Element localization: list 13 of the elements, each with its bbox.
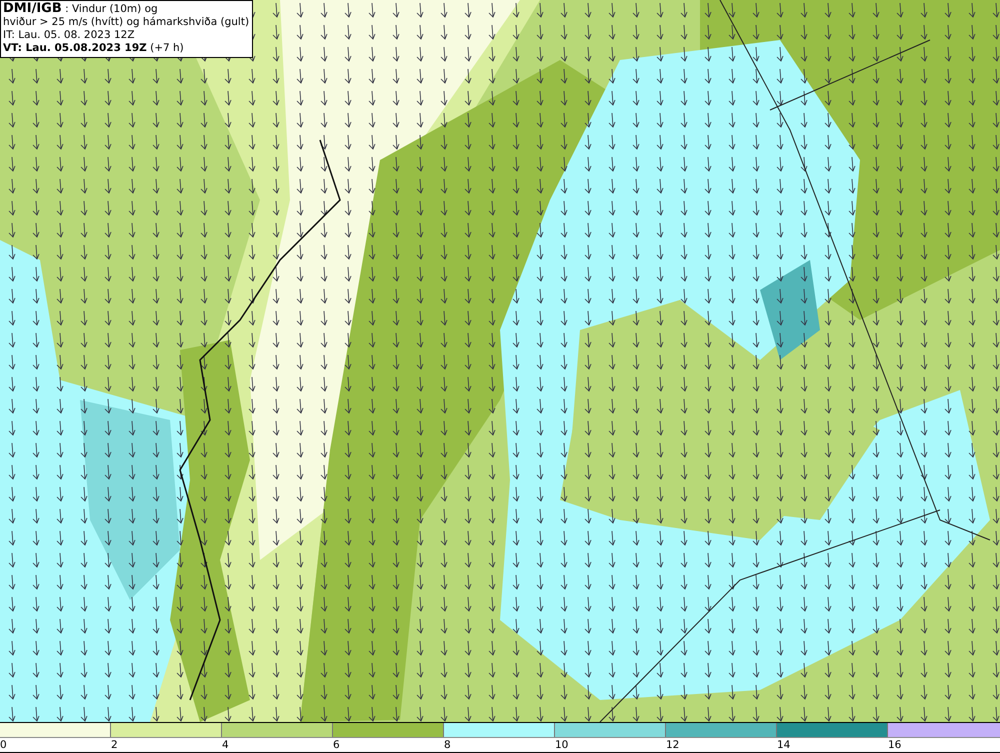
legend-tick-label: 6	[333, 738, 341, 752]
legend-tick-label: 4	[222, 738, 230, 752]
legend-tick-label: 0	[0, 738, 8, 752]
title-line: VT: Lau. 05.08.2023 19Z (+7 h)	[3, 42, 185, 55]
legend-tick-label: 8	[444, 738, 452, 752]
legend-tick-label: 14	[777, 738, 792, 752]
title-line: IT: Lau. 05. 08. 2023 12Z	[3, 29, 136, 42]
title-line: DMI/IGB : Vindur (10m) og	[3, 2, 159, 16]
legend-tick-label: 16	[888, 738, 902, 752]
legend-tick-label: 2	[111, 738, 119, 752]
title-line: hviður > 25 m/s (hvítt) og hámarkshviða (gult)	[3, 16, 250, 29]
legend-tick-label: 10	[555, 738, 570, 752]
legend-tick-label: 12	[666, 738, 680, 752]
